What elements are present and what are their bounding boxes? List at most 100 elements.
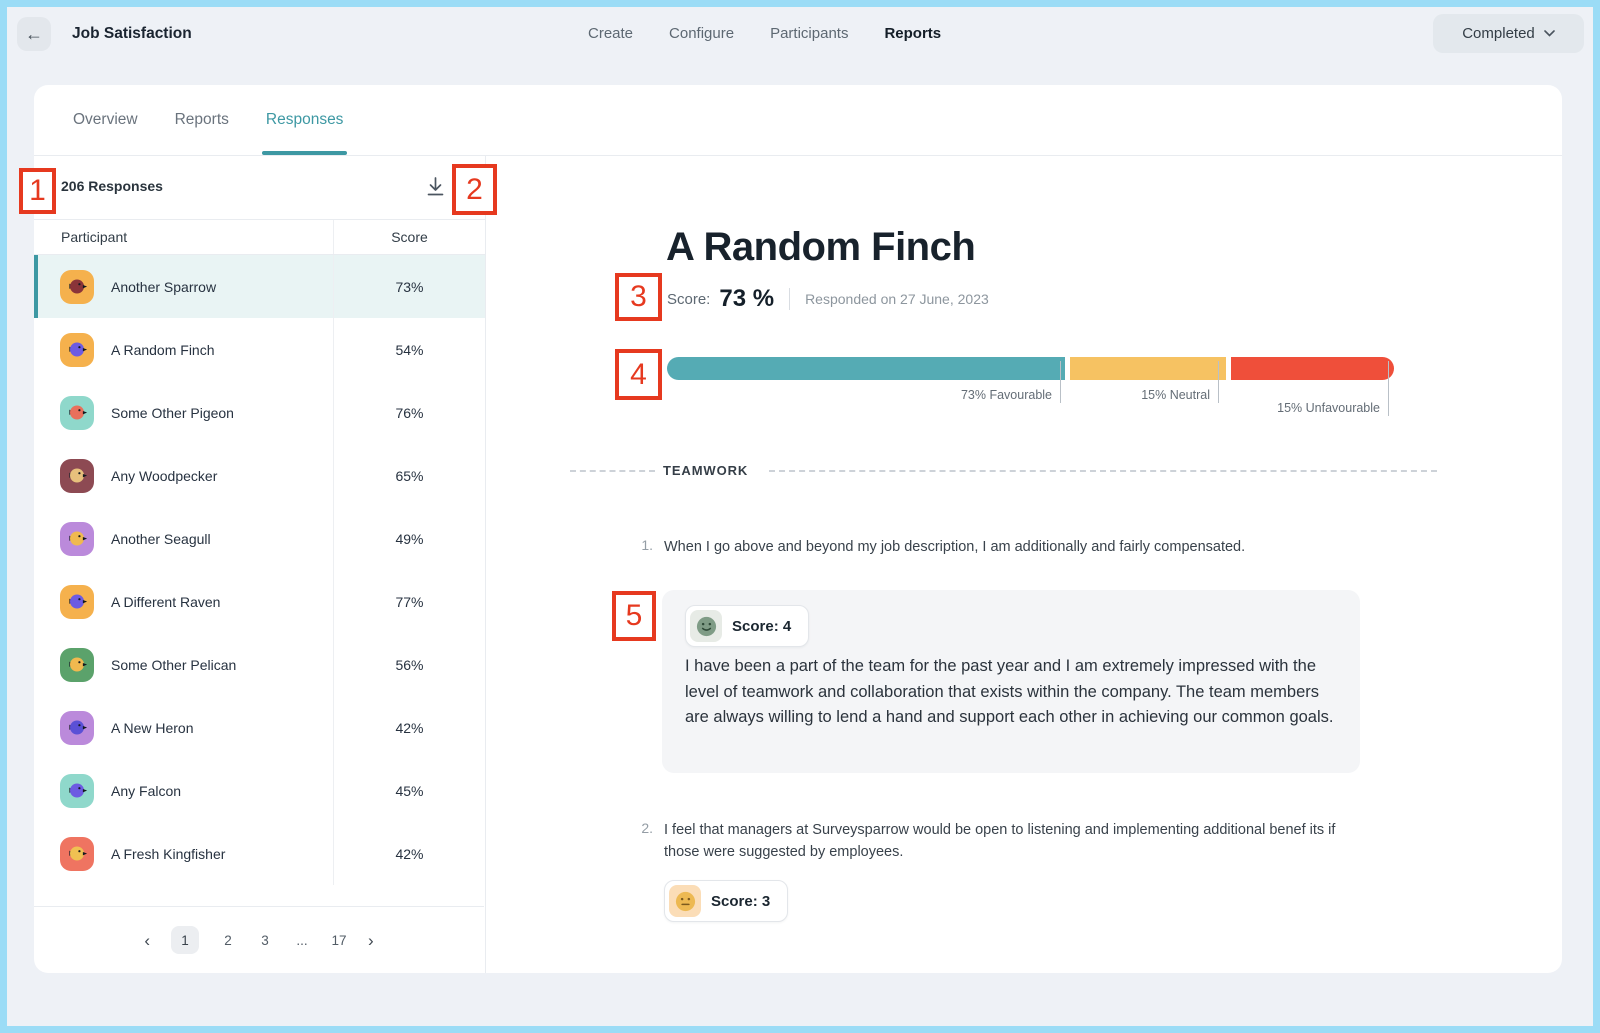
responses-panel: 206 Responses Participant Score [34,155,486,973]
participant-name: Any Falcon [111,783,181,799]
avatar [60,774,94,808]
download-button[interactable] [421,172,449,200]
participant-name: Some Other Pelican [111,657,236,673]
participant-detail-name: A Random Finch [666,224,975,270]
panel-header: 206 Responses [34,155,485,220]
status-label: Completed [1462,25,1535,42]
column-header-participant: Participant [34,220,333,254]
participant-name: Another Seagull [111,531,211,547]
tab-responses[interactable]: Responses [264,85,346,155]
annotation-box-3: 3 [615,273,662,321]
pagination-page[interactable]: 1 [171,926,199,954]
status-dropdown[interactable]: Completed [1433,14,1584,53]
annotation-box-5: 5 [612,591,656,641]
participant-row[interactable]: A Fresh Kingfisher 42% [34,822,485,885]
emoji-tile [690,610,722,642]
participant-row[interactable]: Some Other Pigeon 76% [34,381,485,444]
participant-score: 42% [333,822,485,885]
responses-count: 206 Responses [61,178,163,194]
participant-cell: Another Sparrow [34,255,333,318]
participant-cell: A New Heron [34,696,333,759]
pagination-next-icon[interactable]: › [368,932,374,949]
participant-name: Another Sparrow [111,279,216,295]
participant-score: 56% [333,633,485,696]
participant-row[interactable]: Any Woodpecker 65% [34,444,485,507]
sentiment-bar [667,357,1394,380]
responded-date: Responded on 27 June, 2023 [805,291,989,307]
tab-reports[interactable]: Reports [173,85,231,155]
chevron-down-icon [1544,30,1555,37]
participant-score: 45% [333,759,485,822]
pagination-page[interactable]: 17 [331,926,347,954]
top-nav: Create Configure Participants Reports [588,25,941,42]
participant-name: Any Woodpecker [111,468,217,484]
bird-icon [66,590,89,613]
question-text: I feel that managers at Surveysparrow wo… [664,819,1374,863]
top-nav-item-create[interactable]: Create [588,25,633,42]
bar-label-neutral: 15% Neutral [1060,388,1210,402]
divider [789,288,790,310]
avatar [60,711,94,745]
bird-icon [66,401,89,424]
leader-line-unfavourable [1388,361,1389,416]
tab-overview[interactable]: Overview [71,85,140,155]
participant-score: 77% [333,570,485,633]
participant-row[interactable]: Some Other Pelican 56% [34,633,485,696]
pagination-page[interactable]: 2 [220,926,236,954]
top-nav-item-configure[interactable]: Configure [669,25,734,42]
top-nav-item-reports[interactable]: Reports [884,25,941,42]
participant-row[interactable]: Another Seagull 49% [34,507,485,570]
participant-score: 49% [333,507,485,570]
pagination-page[interactable]: 3 [257,926,273,954]
emoji-tile [669,885,701,917]
avatar [60,837,94,871]
answer-score-label: Score: 3 [701,893,783,910]
participant-cell: Some Other Pigeon [34,381,333,444]
avatar [60,648,94,682]
participant-score: 54% [333,318,485,381]
section-divider-left [570,470,655,472]
top-nav-item-participants[interactable]: Participants [770,25,848,42]
participant-row[interactable]: Any Falcon 45% [34,759,485,822]
back-arrow-icon: ← [25,24,43,45]
column-header-score: Score [333,220,485,254]
table-header: Participant Score [34,220,485,255]
question-text: When I go above and beyond my job descri… [664,536,1384,558]
participant-cell: A Different Raven [34,570,333,633]
bird-icon [66,275,89,298]
participant-row[interactable]: A Random Finch 54% [34,318,485,381]
participant-row[interactable]: Another Sparrow 73% [34,255,485,318]
bar-segment-neutral [1070,357,1226,380]
avatar [60,585,94,619]
annotation-box-4: 4 [615,349,662,400]
back-button[interactable]: ← [17,17,51,51]
score-label: Score: [667,291,710,308]
pagination-pages: 123... 17 [171,926,347,954]
section-divider-right [769,470,1437,472]
score-row: Score: 73 % Responded on 27 June, 2023 [667,285,989,313]
bird-icon [66,527,89,550]
avatar [60,396,94,430]
avatar [60,522,94,556]
bar-label-unfavourable: 15% Unfavourable [1230,401,1380,415]
survey-title: Job Satisfaction [72,25,192,43]
tab-bar: Overview Reports Responses [34,85,1562,156]
bird-icon [66,779,89,802]
participant-name: A Random Finch [111,342,215,358]
question-number: 2. [625,820,653,836]
avatar [60,270,94,304]
pagination-page[interactable]: ... [294,926,310,954]
pagination-prev-icon[interactable]: ‹ [144,932,150,949]
participant-row[interactable]: A Different Raven 77% [34,570,485,633]
download-icon [427,177,444,196]
avatar [60,459,94,493]
participant-cell: A Random Finch [34,318,333,381]
bird-icon [66,464,89,487]
answer-text: I have been a part of the team for the p… [685,654,1341,731]
bar-segment-unfavourable [1231,357,1394,380]
bird-icon [66,653,89,676]
smiley-face-icon [695,615,718,638]
participant-score: 73% [333,255,485,318]
participant-row[interactable]: A New Heron 42% [34,696,485,759]
bar-segment-favourable [667,357,1065,380]
